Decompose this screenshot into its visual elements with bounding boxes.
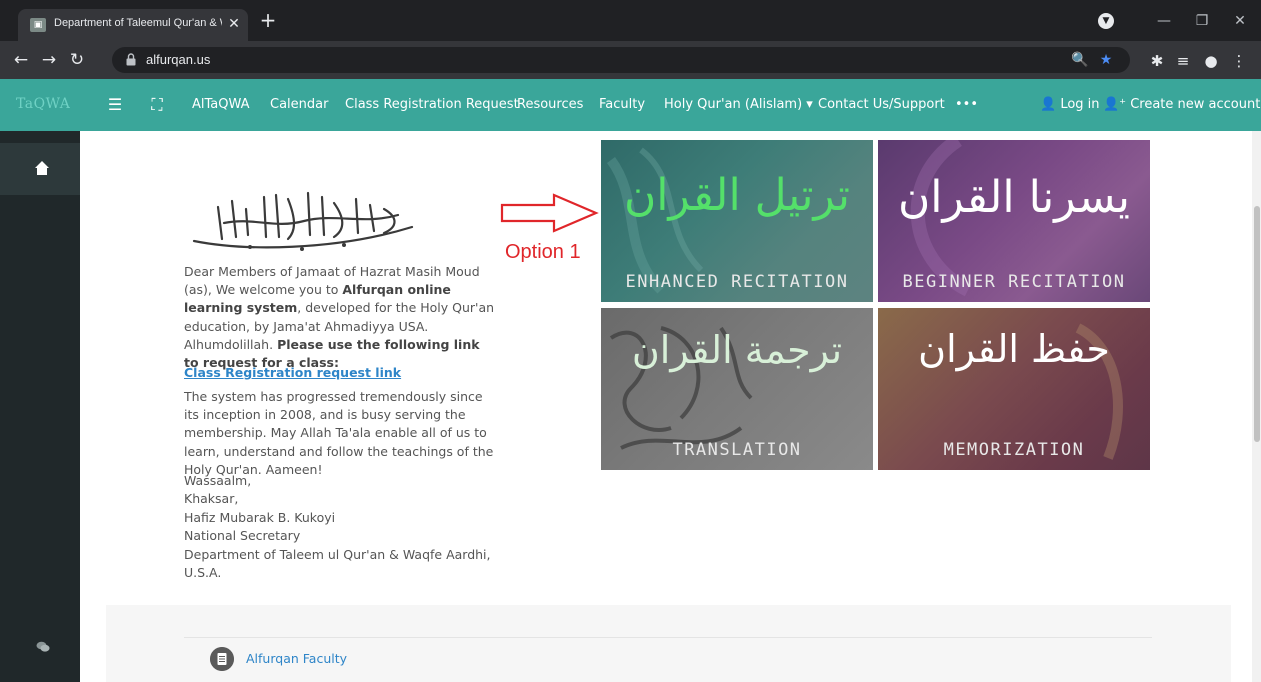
nav-drawer xyxy=(0,131,80,682)
close-tab-icon[interactable]: ✕ xyxy=(226,15,242,33)
extensions-puzzle-icon[interactable]: ✱ xyxy=(1146,50,1168,72)
course-list-panel: Alfurqan Faculty xyxy=(106,605,1231,682)
bismillah-calligraphy-image xyxy=(192,191,414,251)
back-arrow-icon[interactable]: ← xyxy=(10,49,32,71)
welcome-paragraph: Dear Members of Jamaat of Hazrat Masih M… xyxy=(184,264,495,371)
forward-arrow-icon[interactable]: → xyxy=(38,49,60,71)
main-content: Dear Members of Jamaat of Hazrat Masih M… xyxy=(80,131,1261,682)
create-account-link[interactable]: 👤⁺ Create new account xyxy=(1103,97,1260,112)
history-paragraph: The system has progressed tremendously s… xyxy=(184,389,494,477)
tile-beginner-arabic: يسرنا القران xyxy=(897,172,1131,223)
scrollbar-thumb[interactable] xyxy=(1254,206,1260,442)
tile-memorization[interactable]: حفظ القران MEMORIZATION xyxy=(878,308,1150,470)
address-bar[interactable]: alfurqan.us 🔍 ★ xyxy=(112,47,1130,73)
maximize-button[interactable]: ❐ xyxy=(1188,9,1216,33)
reading-list-icon[interactable]: ≡ xyxy=(1172,50,1194,72)
tile-enhanced-recitation[interactable]: ترتيل القران ENHANCED RECITATION xyxy=(601,140,873,302)
home-icon xyxy=(35,161,49,175)
option-1-annotation: Option 1 xyxy=(505,241,581,263)
tile-memorization-arabic: حفظ القران xyxy=(918,327,1110,371)
signoff-line: U.S.A. xyxy=(184,565,222,581)
tile-translation-arabic: ترجمة القران xyxy=(631,328,843,372)
chat-bubbles-icon[interactable] xyxy=(36,641,50,653)
signature-block: Wassaalm, Khaksar, Hafiz Mubarak B. Kuko… xyxy=(184,472,504,582)
signoff-line: Hafiz Mubarak B. Kukoyi xyxy=(184,509,336,525)
nav-holy-quran-dropdown[interactable]: Holy Qur'an (Alislam) ▾ xyxy=(664,97,813,112)
zoom-icon[interactable]: 🔍 xyxy=(1070,50,1090,70)
create-account-label: Create new account xyxy=(1130,97,1261,112)
signoff-line: Wassaalm, xyxy=(184,473,252,488)
nav-class-registration[interactable]: Class Registration Request xyxy=(345,97,519,112)
tile-beginner-recitation[interactable]: يسرنا القران BEGINNER RECITATION xyxy=(878,140,1150,302)
signoff-line: Department of Taleem ul Qur'an & Waqfe A… xyxy=(184,546,491,562)
hamburger-menu-icon[interactable]: ☰ xyxy=(104,95,126,115)
user-icon: 👤 xyxy=(1040,97,1061,112)
browser-tab[interactable]: ▣ Department of Taleemul Qur'an & Waqf ✕ xyxy=(18,9,248,41)
browser-toolbar: ← → ↻ alfurqan.us 🔍 ★ ✱ ≡ ● ⋮ xyxy=(0,41,1261,79)
tile-enhanced-arabic: ترتيل القران xyxy=(623,170,851,221)
tab-title: Department of Taleemul Qur'an & Waqf xyxy=(54,17,222,29)
tile-memorization-caption: MEMORIZATION xyxy=(943,440,1085,460)
nav-altaqwa[interactable]: AlTaQWA xyxy=(192,97,250,112)
minimize-button[interactable]: — xyxy=(1150,9,1178,33)
new-tab-button[interactable]: + xyxy=(258,10,278,31)
nav-resources[interactable]: Resources xyxy=(517,97,583,112)
alfurqan-faculty-link[interactable]: Alfurqan Faculty xyxy=(246,651,347,666)
tab-strip: ▣ Department of Taleemul Qur'an & Waqf ✕… xyxy=(0,0,1261,41)
signoff-line: Khaksar, xyxy=(184,491,239,507)
document-icon xyxy=(210,647,234,671)
tile-translation[interactable]: ترجمة القران TRANSLATION xyxy=(601,308,873,470)
tile-beginner-caption: BEGINNER RECITATION xyxy=(902,272,1126,292)
tab-search-icon[interactable]: ▼ xyxy=(1098,13,1114,29)
window-close-button[interactable]: ✕ xyxy=(1226,9,1254,33)
nav-contact-support[interactable]: Contact Us/Support xyxy=(818,97,945,112)
nav-more-menu[interactable]: ••• xyxy=(955,97,978,112)
profile-avatar-icon[interactable]: ● xyxy=(1200,50,1222,72)
signoff-line: National Secretary xyxy=(184,528,301,544)
fullscreen-icon[interactable]: ⛶ xyxy=(146,95,168,115)
login-link[interactable]: 👤 Log in xyxy=(1040,97,1100,112)
nav-faculty[interactable]: Faculty xyxy=(599,97,645,112)
url-text: alfurqan.us xyxy=(146,52,211,67)
site-navbar: TaQWA ☰ ⛶ AlTaQWA Calendar Class Registr… xyxy=(0,79,1261,131)
login-label: Log in xyxy=(1060,97,1100,112)
nav-calendar[interactable]: Calendar xyxy=(270,97,328,112)
browser-window: ▣ Department of Taleemul Qur'an & Waqf ✕… xyxy=(0,0,1261,682)
lock-icon xyxy=(126,53,136,66)
tile-enhanced-caption: ENHANCED RECITATION xyxy=(625,272,849,292)
reload-icon[interactable]: ↻ xyxy=(66,49,88,71)
site-logo[interactable]: TaQWA xyxy=(16,96,70,112)
site-favicon-icon: ▣ xyxy=(30,18,46,32)
drawer-home-item[interactable] xyxy=(0,143,80,195)
divider xyxy=(184,637,1152,638)
tile-translation-caption: TRANSLATION xyxy=(672,440,802,460)
bookmark-star-icon[interactable]: ★ xyxy=(1096,50,1116,70)
red-arrow-annotation-icon xyxy=(500,193,599,233)
add-user-icon: 👤⁺ xyxy=(1103,97,1131,112)
class-registration-link[interactable]: Class Registration request link xyxy=(184,365,401,380)
chrome-menu-icon[interactable]: ⋮ xyxy=(1228,50,1250,72)
